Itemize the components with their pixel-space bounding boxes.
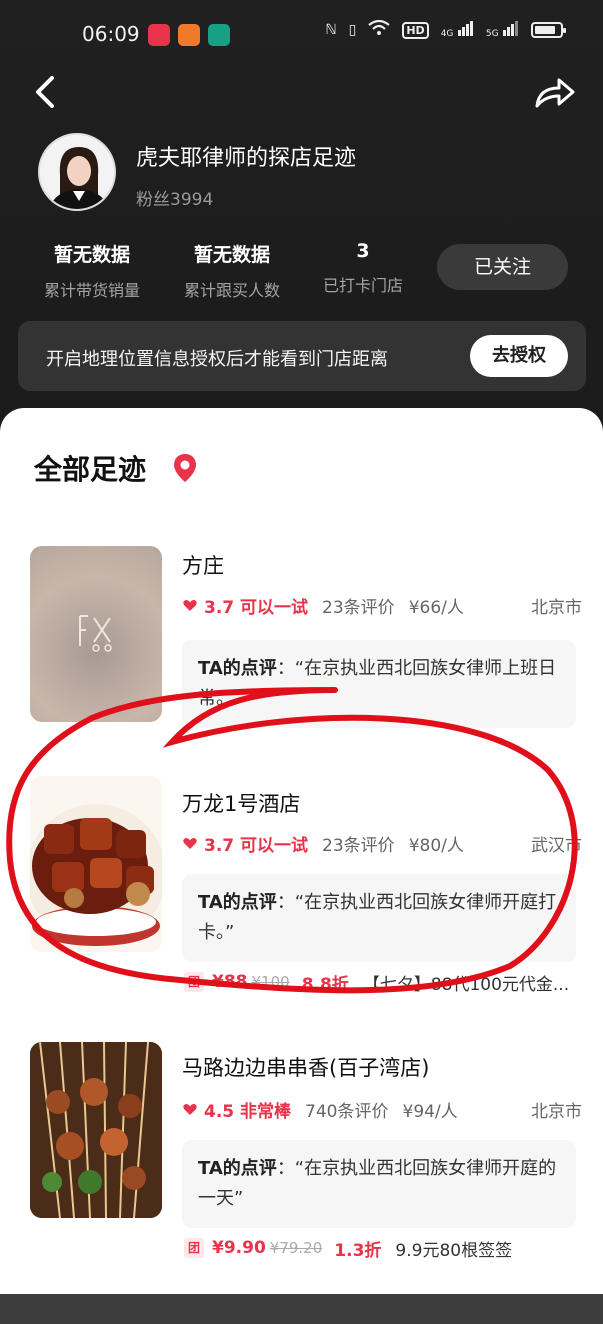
lawyer-portrait-icon bbox=[40, 135, 114, 209]
location-pin-icon bbox=[174, 454, 196, 482]
avatar[interactable] bbox=[38, 133, 116, 211]
stat-value: 暂无数据 bbox=[53, 244, 130, 266]
original-price: ¥100 bbox=[251, 973, 290, 991]
shop-name: 方庄 bbox=[182, 554, 224, 578]
status-bar: 06:09 ℕ ▯ HD 4G 5G bbox=[0, 18, 603, 54]
profile-header: 06:09 ℕ ▯ HD 4G 5G 虎夫耶律师的探店足迹 粉丝3994 暂无数… bbox=[0, 0, 603, 420]
rating-heart-icon bbox=[183, 838, 197, 849]
deal-description: 9.9元80根签签 bbox=[395, 1240, 513, 1261]
shop-meta: 3.7 可以一试 23条评价 ¥80/人 武汉市 bbox=[182, 830, 582, 856]
stat-sales: 暂无数据 累计带货销量 bbox=[36, 240, 148, 301]
stat-value: 暂无数据 bbox=[193, 244, 270, 266]
user-review: TA的点评：“在京执业西北回族女律师开庭打卡。” bbox=[182, 874, 576, 962]
back-button[interactable] bbox=[30, 72, 66, 112]
location-permission-banner: 开启地理位置信息授权后才能看到门店距离 去授权 bbox=[18, 321, 586, 391]
bottom-bar bbox=[0, 1294, 603, 1324]
signal-5g-icon: 5G bbox=[486, 20, 519, 40]
stat-checkins: 3 已打卡门店 bbox=[316, 240, 410, 296]
nfc-icon: ℕ bbox=[325, 22, 337, 38]
notification-app-icon bbox=[148, 24, 170, 46]
stat-label: 已打卡门店 bbox=[322, 276, 403, 295]
notification-app-icon bbox=[208, 24, 230, 46]
shop-card[interactable]: 方庄 3.7 可以一试 23条评价 ¥66/人 北京市 TA的点评：“在京执业西… bbox=[0, 546, 603, 736]
chevron-left-icon bbox=[36, 76, 54, 108]
shop-name: 马路边边串串香(百子湾店) bbox=[182, 1056, 430, 1080]
authorize-button[interactable]: 去授权 bbox=[470, 335, 568, 377]
signal-4g-icon: 4G bbox=[441, 20, 474, 40]
profile-title: 虎夫耶律师的探店足迹 bbox=[136, 146, 357, 171]
notification-app-icon bbox=[178, 24, 200, 46]
group-deal[interactable]: 团 ¥88 ¥100 8.8折 【七夕】88代100元代金... bbox=[184, 968, 584, 996]
shop-card[interactable]: 马路边边串串香(百子湾店) 4.5 非常棒 740条评价 ¥94/人 北京市 T… bbox=[0, 1042, 603, 1282]
group-deal[interactable]: 团 ¥9.90 ¥79.20 1.3折 9.9元80根签签 bbox=[184, 1234, 584, 1262]
status-time: 06:09 bbox=[82, 22, 140, 46]
braised-pork-dish-icon bbox=[30, 804, 162, 946]
deal-price: ¥9.90 bbox=[212, 1238, 266, 1258]
review-label: TA的点评 bbox=[198, 1158, 277, 1179]
shop-thumbnail[interactable] bbox=[30, 776, 162, 952]
stat-value: 3 bbox=[356, 240, 370, 262]
fans-count: 粉丝3994 bbox=[136, 190, 214, 210]
group-buy-tag: 团 bbox=[184, 1238, 204, 1258]
shop-city: 武汉市 bbox=[531, 835, 582, 856]
shop-card[interactable]: 万龙1号酒店 3.7 可以一试 23条评价 ¥80/人 武汉市 TA的点评：“在… bbox=[0, 776, 603, 996]
stat-label: 累计跟买人数 bbox=[183, 281, 280, 300]
original-price: ¥79.20 bbox=[269, 1239, 323, 1257]
shop-meta: 3.7 可以一试 23条评价 ¥66/人 北京市 bbox=[182, 592, 582, 618]
battery-icon bbox=[531, 22, 566, 38]
stat-label: 累计带货销量 bbox=[43, 281, 140, 300]
shop-meta: 4.5 非常棒 740条评价 ¥94/人 北京市 bbox=[182, 1096, 582, 1122]
footprints-sheet: 全部足迹 方庄 3.7 可以一试 23条评价 ¥66/人 北京市 TA的点评：“… bbox=[0, 408, 603, 1294]
shop-city: 北京市 bbox=[531, 1101, 582, 1122]
review-count: 23条评价 bbox=[322, 597, 395, 618]
followed-button[interactable]: 已关注 bbox=[437, 244, 568, 290]
section-title: 全部足迹 bbox=[34, 453, 147, 486]
avg-price: ¥66/人 bbox=[408, 597, 464, 618]
shop-city: 北京市 bbox=[531, 597, 582, 618]
shop-rating: 3.7 可以一试 bbox=[204, 597, 309, 618]
wifi-icon bbox=[368, 19, 391, 40]
skewers-dish-icon bbox=[30, 1042, 162, 1218]
share-button[interactable] bbox=[533, 72, 577, 112]
deal-description: 【七夕】88代100元代金... bbox=[362, 974, 570, 995]
group-buy-tag: 团 bbox=[184, 972, 204, 992]
user-review: TA的点评：“在京执业西北回族女律师开庭的一天” bbox=[182, 1140, 576, 1228]
hd-voice-icon: HD bbox=[402, 21, 429, 39]
rating-heart-icon bbox=[183, 600, 197, 611]
deal-price: ¥88 bbox=[212, 972, 248, 992]
avg-price: ¥94/人 bbox=[402, 1101, 458, 1122]
avg-price: ¥80/人 bbox=[408, 835, 464, 856]
rating-heart-icon bbox=[183, 1104, 197, 1115]
vibrate-icon: ▯ bbox=[348, 22, 357, 38]
review-count: 740条评价 bbox=[305, 1101, 389, 1122]
location-banner-text: 开启地理位置信息授权后才能看到门店距离 bbox=[46, 349, 388, 370]
shop-name: 万龙1号酒店 bbox=[182, 792, 301, 816]
discount-rate: 1.3折 bbox=[334, 1240, 382, 1261]
shop-thumbnail[interactable] bbox=[30, 546, 162, 722]
user-review: TA的点评：“在京执业西北回族女律师上班日常。” bbox=[182, 640, 576, 728]
shop-rating: 3.7 可以一试 bbox=[204, 835, 309, 856]
stat-followers: 暂无数据 累计跟买人数 bbox=[176, 240, 288, 301]
discount-rate: 8.8折 bbox=[301, 974, 349, 995]
share-arrow-icon bbox=[535, 78, 575, 108]
store-logo-icon bbox=[79, 615, 112, 652]
review-label: TA的点评 bbox=[198, 658, 277, 679]
review-label: TA的点评 bbox=[198, 892, 277, 913]
system-status-icons: ℕ ▯ HD 4G 5G bbox=[325, 19, 566, 40]
shop-rating: 4.5 非常棒 bbox=[204, 1101, 292, 1122]
review-count: 23条评价 bbox=[322, 835, 395, 856]
shop-thumbnail[interactable] bbox=[30, 1042, 162, 1218]
